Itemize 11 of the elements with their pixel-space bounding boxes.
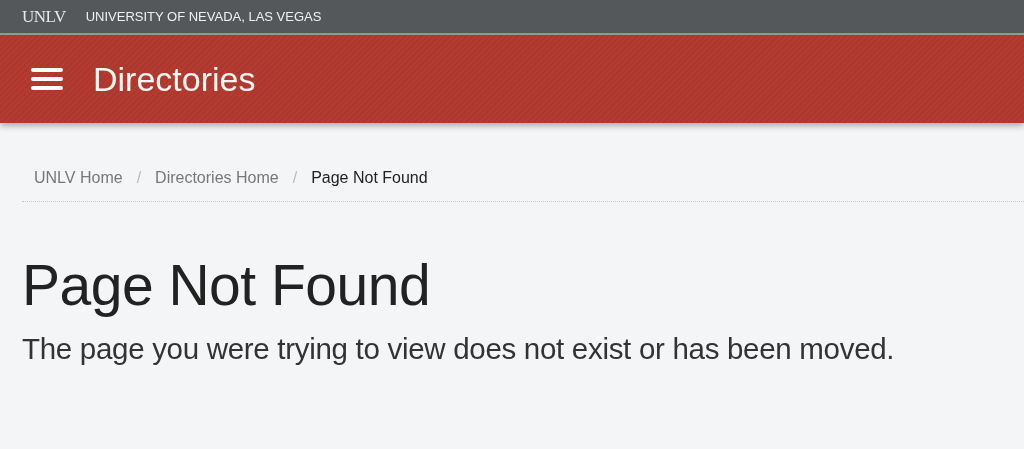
current-page-label: Page Not Found <box>311 169 428 187</box>
site-title[interactable]: Directories <box>93 59 256 99</box>
breadcrumb-link[interactable]: UNLV Home <box>34 169 123 187</box>
university-logo[interactable]: UNLV <box>22 6 66 27</box>
page-heading: Page Not Found <box>22 252 432 318</box>
breadcrumb-separator: / <box>292 169 298 187</box>
breadcrumb-separator: / <box>136 169 142 187</box>
university-name[interactable]: UNIVERSITY OF NEVADA, LAS VEGAS <box>85 9 322 24</box>
breadcrumb-link[interactable]: Directories Home <box>155 169 279 187</box>
menu-icon[interactable] <box>31 67 63 91</box>
error-message: The page you were trying to view does not exist or has been moved. <box>22 332 896 366</box>
